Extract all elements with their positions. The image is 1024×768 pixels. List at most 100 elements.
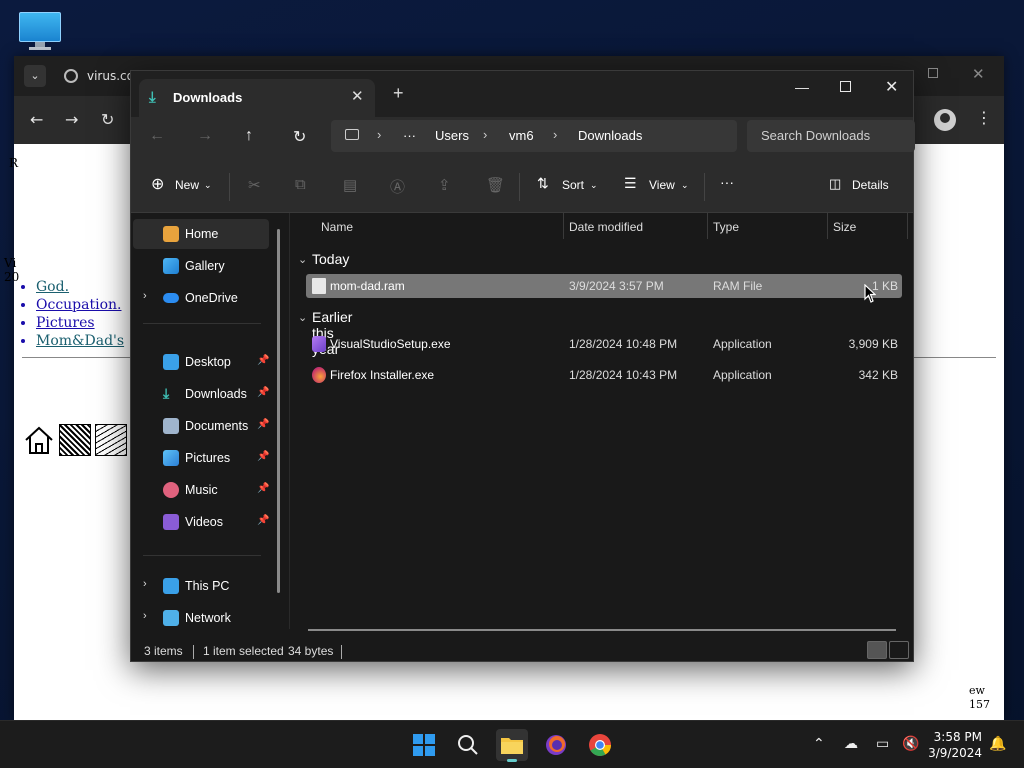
nav-item-music[interactable]: Music 📌	[133, 475, 269, 505]
column-divider[interactable]	[827, 213, 828, 239]
clock[interactable]: 3:58 PM 3/9/2024	[922, 729, 982, 761]
link-occupation[interactable]: Occupation.	[36, 297, 121, 313]
forward-arrow-icon[interactable]: →	[65, 110, 78, 129]
browser-maximize-icon[interactable]	[928, 68, 938, 78]
new-tab-icon[interactable]: +	[393, 83, 404, 104]
table-row[interactable]: VisualStudioSetup.exe 1/28/2024 10:48 PM…	[306, 332, 902, 356]
details-button[interactable]: Details	[852, 178, 889, 192]
notification-bell-icon[interactable]: 🔔	[989, 736, 1006, 752]
link-god[interactable]: God.	[36, 279, 69, 295]
rename-icon[interactable]: Ⓐ	[390, 176, 405, 197]
tab-downloads[interactable]: ⤓ Downloads ✕	[139, 79, 375, 117]
refresh-icon[interactable]: ↻	[293, 127, 306, 147]
nav-item-pictures[interactable]: Pictures 📌	[133, 443, 269, 473]
search-box[interactable]: Search Downloads	[747, 120, 915, 152]
chevron-right-icon[interactable]: ›	[377, 127, 381, 142]
file-explorer-taskbar-button[interactable]	[496, 729, 528, 762]
reload-icon[interactable]: ↻	[101, 110, 114, 129]
paste-icon[interactable]: ▤	[343, 176, 357, 194]
link-pictures[interactable]: Pictures	[36, 315, 95, 331]
maximize-icon[interactable]	[840, 81, 851, 92]
browser-tab-title[interactable]: virus.co	[87, 69, 134, 83]
link-mom-dad[interactable]: Mom&Dad's	[36, 333, 124, 349]
nav-item-home[interactable]: Home	[133, 219, 269, 249]
chevron-down-icon[interactable]: ⌄	[298, 253, 307, 266]
nav-item-this-pc[interactable]: › This PC	[133, 571, 269, 601]
volume-muted-icon[interactable]: 🔇	[902, 736, 919, 752]
column-divider[interactable]	[907, 213, 908, 239]
forward-arrow-icon[interactable]: →	[197, 127, 213, 145]
browser-close-icon[interactable]: ✕	[972, 65, 985, 83]
address-bar[interactable]: › ··· Users › vm6 › Downloads	[331, 120, 737, 152]
delete-icon[interactable]: 🗑	[486, 176, 505, 194]
view-icon[interactable]: ☰	[624, 175, 637, 192]
close-icon[interactable]: ✕	[885, 77, 898, 97]
show-hidden-icons-icon[interactable]: ⌃	[813, 736, 825, 752]
chevron-right-icon[interactable]: ›	[143, 610, 147, 622]
list-item: Occupation.	[36, 296, 124, 314]
details-view-icon[interactable]	[867, 641, 887, 659]
column-header-date[interactable]: Date modified	[569, 220, 643, 234]
horizontal-scrollbar[interactable]	[308, 629, 896, 631]
this-pc-desktop-icon[interactable]	[17, 10, 63, 50]
search-icon[interactable]	[452, 729, 484, 761]
nav-item-documents[interactable]: Documents 📌	[133, 411, 269, 441]
minimize-icon[interactable]: —	[795, 79, 809, 95]
chevron-down-icon[interactable]: ⌄	[204, 180, 212, 191]
large-icons-view-icon[interactable]	[889, 641, 909, 659]
column-header-type[interactable]: Type	[713, 220, 739, 234]
breadcrumb-vm6[interactable]: vm6	[509, 128, 534, 143]
nav-scrollbar[interactable]	[277, 229, 280, 593]
view-button[interactable]: View	[649, 178, 675, 192]
network-icon[interactable]: ▭	[876, 736, 889, 752]
chevron-down-icon[interactable]: ⌄	[590, 180, 598, 191]
copy-icon[interactable]: ⧉	[295, 176, 306, 193]
breadcrumb-users[interactable]: Users	[435, 128, 469, 143]
home-icon[interactable]	[23, 424, 55, 456]
back-arrow-icon[interactable]: ←	[149, 127, 165, 145]
browser-menu-icon[interactable]: ⋮	[976, 108, 992, 127]
nav-item-onedrive[interactable]: › OneDrive	[133, 283, 269, 313]
column-divider[interactable]	[563, 213, 564, 239]
table-row[interactable]: mom-dad.ram 3/9/2024 3:57 PM RAM File 1 …	[306, 274, 902, 298]
sort-icon[interactable]: ⇅	[537, 175, 549, 192]
close-tab-icon[interactable]: ✕	[351, 87, 364, 105]
column-header-name[interactable]: Name	[321, 220, 353, 234]
table-row[interactable]: Firefox Installer.exe 1/28/2024 10:43 PM…	[306, 363, 902, 387]
nav-item-desktop[interactable]: Desktop 📌	[133, 347, 269, 377]
column-header-size[interactable]: Size	[833, 220, 856, 234]
chevron-down-icon[interactable]: ⌄	[681, 180, 689, 191]
new-plus-icon[interactable]: ⊕	[151, 174, 164, 194]
nav-item-downloads[interactable]: ⤓ Downloads 📌	[133, 379, 269, 409]
profile-avatar-icon[interactable]	[934, 109, 956, 131]
title-bar: ⤓ Downloads ✕ + — ✕	[131, 71, 913, 117]
chevron-right-icon[interactable]: ›	[483, 127, 487, 142]
breadcrumb-downloads[interactable]: Downloads	[578, 128, 642, 143]
share-icon[interactable]: ⇪	[438, 176, 451, 194]
chevron-down-icon[interactable]: ⌄	[298, 311, 307, 324]
chevron-right-icon[interactable]: ›	[143, 290, 147, 302]
nav-item-videos[interactable]: Videos 📌	[133, 507, 269, 537]
nav-item-gallery[interactable]: Gallery	[133, 251, 269, 281]
tab-search-icon[interactable]: ⌄	[24, 65, 46, 87]
cut-icon[interactable]: ✂	[248, 176, 261, 194]
sketch-thumbnail[interactable]	[95, 424, 127, 456]
nav-item-label: Home	[185, 227, 219, 241]
sort-button[interactable]: Sort	[562, 178, 584, 192]
file-type: Application	[713, 337, 772, 351]
photo-thumbnail[interactable]	[59, 424, 91, 456]
nav-item-network[interactable]: › Network	[133, 603, 269, 633]
up-arrow-icon[interactable]: ↑	[245, 127, 253, 145]
chrome-icon[interactable]	[584, 729, 616, 761]
new-button[interactable]: New	[175, 178, 199, 192]
firefox-icon[interactable]	[540, 729, 572, 761]
chevron-right-icon[interactable]: ›	[553, 127, 557, 142]
start-windows-icon[interactable]	[408, 729, 440, 761]
chevron-right-icon[interactable]: ›	[143, 578, 147, 590]
back-arrow-icon[interactable]: ←	[30, 110, 43, 129]
breadcrumb-more[interactable]: ···	[403, 128, 416, 143]
column-divider[interactable]	[707, 213, 708, 239]
see-more-button[interactable]: ···	[720, 174, 734, 190]
onedrive-offline-icon[interactable]: ☁	[844, 736, 858, 752]
details-pane-icon[interactable]: ◫	[829, 176, 841, 192]
